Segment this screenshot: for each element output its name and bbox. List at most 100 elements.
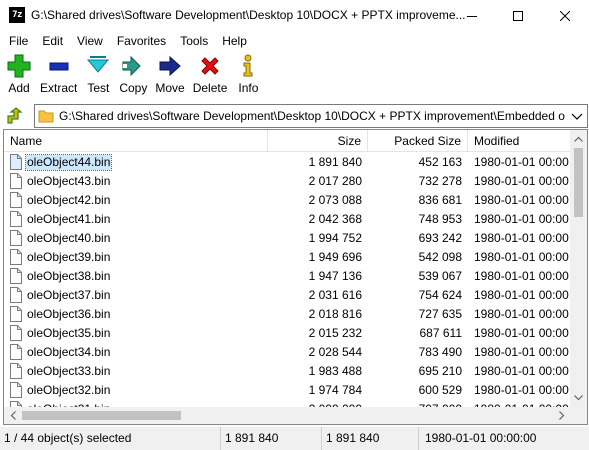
delete-button[interactable]: Delete [189, 51, 232, 97]
file-size: 2 017 280 [308, 174, 362, 188]
file-modified: 1980-01-01 00:00 [474, 288, 569, 302]
move-button[interactable]: Move [151, 51, 188, 97]
test-button[interactable]: Test [81, 51, 115, 97]
copy-button[interactable]: Copy [115, 51, 151, 97]
scroll-up-button[interactable] [570, 130, 587, 147]
chevron-left-icon [10, 411, 16, 420]
vertical-scroll-thumb[interactable] [574, 148, 583, 217]
menu-edit[interactable]: Edit [35, 34, 70, 48]
file-icon [10, 306, 22, 322]
file-packed-size: 836 681 [418, 193, 462, 207]
chevron-down-icon [574, 394, 583, 400]
file-icon [10, 382, 22, 398]
table-row[interactable]: oleObject41.bin 2 042 368 748 953 1980-01-0… [4, 210, 571, 229]
menu-tools[interactable]: Tools [173, 34, 215, 48]
scroll-right-button[interactable] [553, 407, 570, 424]
file-packed-size: 732 278 [418, 174, 462, 188]
table-row[interactable]: oleObject39.bin 1 949 696 542 098 1980-01-0… [4, 248, 571, 267]
file-icon [10, 363, 22, 379]
table-row[interactable]: oleObject33.bin 1 983 488 695 210 1980-01-0… [4, 362, 571, 381]
x-icon [197, 54, 223, 78]
column-header: Name Size Packed Size Modified [4, 130, 587, 152]
file-icon [10, 154, 22, 170]
file-icon [10, 325, 22, 341]
menu-help[interactable]: Help [215, 34, 254, 48]
file-modified: 1980-01-01 00:00 [474, 250, 569, 264]
table-row[interactable]: oleObject32.bin 1 974 784 600 529 1980-01-0… [4, 381, 571, 400]
double-arrow-icon [120, 54, 146, 78]
horizontal-scrollbar[interactable] [4, 407, 570, 424]
menu-view[interactable]: View [70, 34, 110, 48]
column-size[interactable]: Size [268, 130, 368, 152]
table-row[interactable]: oleObject43.bin 2 017 280 732 278 1980-01-0… [4, 172, 571, 191]
test-label: Test [87, 81, 110, 95]
up-folder-button[interactable] [4, 105, 26, 127]
folder-icon [38, 110, 54, 123]
address-path[interactable]: G:\Shared drives\Software Development\De… [59, 109, 565, 123]
file-packed-size: 754 624 [418, 288, 462, 302]
table-row[interactable]: oleObject37.bin 2 031 616 754 624 1980-01-0… [4, 286, 571, 305]
file-modified: 1980-01-01 00:00 [474, 174, 569, 188]
table-row[interactable]: oleObject34.bin 2 028 544 783 490 1980-01-0… [4, 343, 571, 362]
address-bar[interactable]: G:\Shared drives\Software Development\De… [34, 104, 588, 128]
file-name: oleObject43.bin [27, 174, 111, 188]
table-row[interactable]: oleObject35.bin 2 015 232 687 611 1980-01-0… [4, 324, 571, 343]
file-list[interactable]: Name Size Packed Size Modified oleObject… [3, 129, 588, 425]
maximize-button[interactable] [495, 0, 541, 31]
table-row[interactable]: oleObject42.bin 2 073 088 836 681 1980-01-0… [4, 191, 571, 210]
extract-button[interactable]: Extract [36, 51, 81, 97]
menu-file[interactable]: File [2, 34, 35, 48]
scroll-left-button[interactable] [4, 407, 21, 424]
file-name: oleObject37.bin [27, 288, 111, 302]
copy-label: Copy [119, 81, 148, 95]
minimize-icon [467, 15, 477, 17]
minimize-button[interactable] [449, 0, 495, 31]
close-button[interactable] [541, 0, 589, 31]
file-modified: 1980-01-01 00:00 [474, 231, 569, 245]
column-modified[interactable]: Modified [468, 130, 578, 152]
file-name: oleObject41.bin [27, 212, 111, 226]
column-packed-size[interactable]: Packed Size [368, 130, 468, 152]
status-packed-size: 1 891 840 [322, 427, 419, 450]
scrollbar-corner [570, 407, 587, 424]
window-title: G:\Shared drives\Software Development\De… [31, 8, 466, 22]
table-row[interactable]: oleObject40.bin 1 994 752 693 242 1980-01-0… [4, 229, 571, 248]
table-row[interactable]: oleObject44.bin 1 891 840 452 163 1980-01-0… [4, 153, 571, 172]
add-button[interactable]: Add [2, 51, 36, 97]
status-size: 1 891 840 [221, 427, 322, 450]
title-bar: 7z G:\Shared drives\Software Development… [0, 0, 589, 31]
menu-bar: File Edit View Favorites Tools Help [0, 31, 589, 51]
minus-icon [46, 54, 72, 78]
file-icon [10, 173, 22, 189]
file-modified: 1980-01-01 00:00 [474, 212, 569, 226]
file-size: 1 974 784 [308, 383, 362, 397]
file-rows: oleObject44.bin 1 891 840 452 163 1980-01-0… [4, 153, 571, 409]
folder-up-icon [7, 107, 23, 124]
file-icon [10, 344, 22, 360]
scroll-down-button[interactable] [570, 389, 587, 406]
table-row[interactable]: oleObject38.bin 1 947 136 539 067 1980-01-0… [4, 267, 571, 286]
info-i-icon [235, 54, 261, 78]
file-size: 1 994 752 [308, 231, 362, 245]
chevron-up-icon [574, 136, 583, 142]
info-button[interactable]: Info [231, 51, 265, 97]
file-modified: 1980-01-01 00:00 [474, 326, 569, 340]
horizontal-scroll-thumb[interactable] [22, 411, 181, 420]
file-size: 2 018 816 [308, 307, 362, 321]
column-name[interactable]: Name [4, 130, 268, 152]
vertical-scrollbar[interactable] [570, 130, 587, 409]
plus-icon [6, 54, 32, 78]
info-label: Info [238, 81, 259, 95]
delete-label: Delete [192, 81, 228, 95]
file-modified: 1980-01-01 00:00 [474, 307, 569, 321]
file-modified: 1980-01-01 00:00 [474, 155, 569, 169]
menu-favorites[interactable]: Favorites [110, 34, 173, 48]
chevron-down-icon[interactable] [571, 111, 583, 121]
table-row[interactable]: oleObject36.bin 2 018 816 727 635 1980-01-0… [4, 305, 571, 324]
file-size: 1 891 840 [308, 155, 362, 169]
file-icon [10, 211, 22, 227]
file-packed-size: 452 163 [418, 155, 462, 169]
file-name: oleObject35.bin [27, 326, 111, 340]
file-packed-size: 687 611 [419, 326, 463, 340]
move-label: Move [155, 81, 185, 95]
